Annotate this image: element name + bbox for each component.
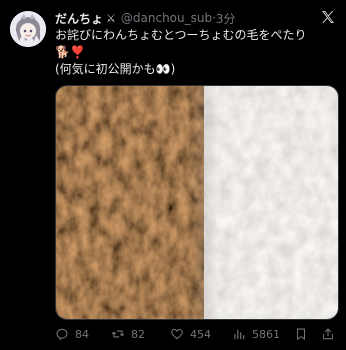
views-icon — [234, 329, 245, 340]
like-button[interactable]: 454 — [170, 327, 211, 341]
bookmark-button[interactable] — [294, 327, 314, 341]
crossed-swords-icon: ⚔ — [106, 11, 116, 25]
share-button[interactable] — [321, 327, 341, 341]
timestamp[interactable]: 3分 — [216, 10, 236, 27]
avatar[interactable] — [10, 11, 46, 47]
share-icon — [323, 328, 333, 340]
reply-count: 84 — [75, 327, 89, 341]
retweet-count: 82 — [131, 327, 145, 341]
tweet-actions: 84 82 454 5861 — [55, 325, 340, 343]
views-button[interactable]: 5861 — [232, 327, 280, 341]
tweet-text: お詫びにわんちょむとつーちょむの毛をぺたり 🐕❣️ (何気に初公開かも👀) — [55, 27, 338, 78]
tweet-header: だんちょ ⚔ @danchou_sub · 3分 — [55, 9, 314, 27]
user-handle[interactable]: @danchou_sub — [121, 11, 212, 25]
bookmark-icon — [296, 328, 306, 340]
retweet-button[interactable]: 82 — [111, 327, 145, 341]
retweet-icon — [111, 330, 125, 338]
tweet-text-emoji-line: 🐕❣️ — [55, 45, 85, 59]
tweet-text-line: お詫びにわんちょむとつーちょむの毛をぺたり — [55, 28, 307, 42]
like-icon — [171, 328, 183, 340]
like-count: 454 — [190, 327, 211, 341]
display-name[interactable]: だんちょ — [55, 10, 103, 27]
reply-icon — [56, 328, 68, 341]
reply-button[interactable]: 84 — [55, 327, 89, 341]
tweet-photo[interactable] — [55, 85, 339, 320]
tweet-text-line: (何気に初公開かも👀) — [55, 62, 176, 76]
views-count: 5861 — [252, 327, 280, 341]
x-logo-icon[interactable] — [320, 9, 336, 25]
